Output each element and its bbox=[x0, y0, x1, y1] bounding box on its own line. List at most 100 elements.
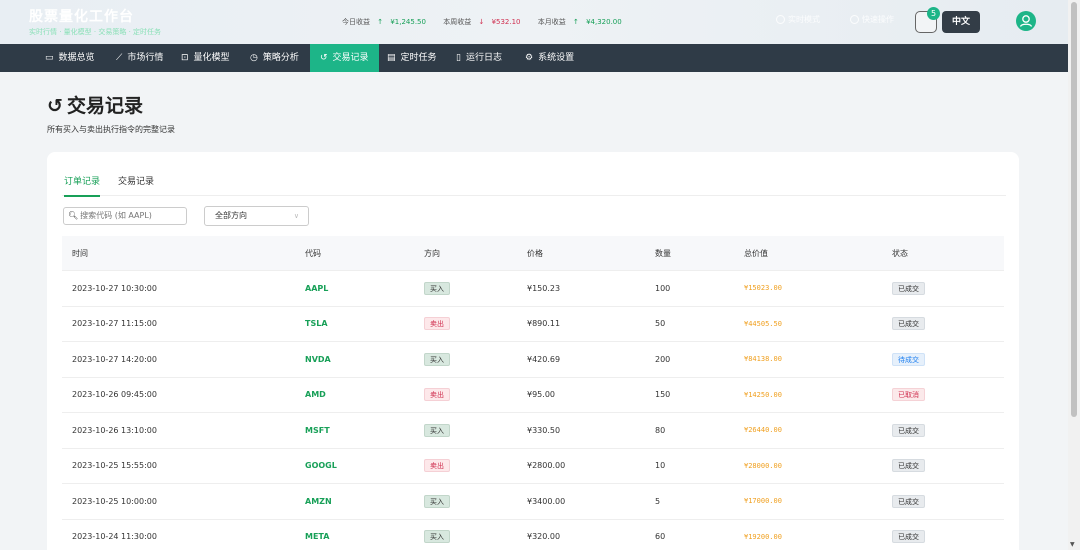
total-value: ¥26440.00 bbox=[744, 426, 782, 435]
column-header-quantity[interactable]: 数量 bbox=[655, 236, 671, 270]
status-badge: 已成交 bbox=[892, 317, 925, 331]
app-subtitle: 实时行情 · 量化模型 · 交易策略 · 定时任务 bbox=[29, 28, 162, 36]
column-header-total[interactable]: 总价值 bbox=[744, 236, 768, 270]
cell-time: 2023-10-27 11:15:00 bbox=[72, 319, 157, 329]
scrollbar-thumb[interactable] bbox=[1071, 2, 1077, 417]
cell-direction: 买入 bbox=[424, 413, 450, 448]
cell-direction: 买入 bbox=[424, 342, 450, 377]
language-button[interactable]: 中文 bbox=[942, 11, 980, 33]
cell-direction: 买入 bbox=[424, 484, 450, 519]
cell-time: 2023-10-26 09:45:00 bbox=[72, 390, 157, 400]
stock-code-link[interactable]: NVDA bbox=[305, 355, 331, 364]
stock-code-link[interactable]: TSLA bbox=[305, 319, 328, 328]
history-icon: ↺ bbox=[320, 53, 328, 63]
direction-tag: 买入 bbox=[424, 423, 450, 437]
direction-tag: 买入 bbox=[424, 530, 450, 544]
cell-time: 2023-10-27 14:20:00 bbox=[72, 354, 157, 364]
direction-tag: 卖出 bbox=[424, 388, 450, 402]
cell-status: 已成交 bbox=[892, 520, 925, 550]
nav-item-strategy[interactable]: ◷ 策略分析 bbox=[240, 44, 309, 72]
table-row[interactable]: 2023-10-25 10:00:00 AMZN 买入 ¥3400.00 5 ¥17000… bbox=[62, 484, 1004, 520]
column-header-price[interactable]: 价格 bbox=[527, 236, 543, 270]
direction-tag: 买入 bbox=[424, 494, 450, 508]
table-row[interactable]: 2023-10-27 10:30:00 AAPL 买入 ¥150.23 100 ¥1502… bbox=[62, 271, 1004, 307]
cell-price: ¥420.69 bbox=[527, 354, 561, 364]
cell-time: 2023-10-25 15:55:00 bbox=[72, 461, 157, 471]
cell-code[interactable]: AMD bbox=[305, 378, 326, 413]
cell-status: 已成交 bbox=[892, 307, 925, 342]
tab-trades[interactable]: 交易记录 bbox=[118, 174, 154, 196]
column-header-code[interactable]: 代码 bbox=[305, 236, 321, 270]
cell-price: ¥150.23 bbox=[527, 283, 561, 293]
stock-code-link[interactable]: AAPL bbox=[305, 284, 328, 293]
stock-code-link[interactable]: AMZN bbox=[305, 497, 332, 506]
cell-code[interactable]: AAPL bbox=[305, 271, 328, 306]
quick-action-button[interactable]: 快速操作 bbox=[850, 14, 894, 25]
calendar-icon: ▤ bbox=[387, 53, 396, 63]
total-value: ¥17000.00 bbox=[744, 497, 782, 506]
stock-code-link[interactable]: AMD bbox=[305, 390, 326, 399]
stock-code-link[interactable]: MSFT bbox=[305, 426, 330, 435]
cell-quantity: 80 bbox=[655, 425, 666, 435]
cell-code[interactable]: MSFT bbox=[305, 413, 330, 448]
cell-total: ¥19200.00 bbox=[744, 520, 782, 550]
cell-code[interactable]: TSLA bbox=[305, 307, 328, 342]
column-header-status[interactable]: 状态 bbox=[892, 236, 908, 270]
table-row[interactable]: 2023-10-26 09:45:00 AMD 卖出 ¥95.00 150 ¥14250.… bbox=[62, 378, 1004, 413]
record-tabs: 订单记录 交易记录 bbox=[62, 174, 1006, 197]
table-row[interactable]: 2023-10-27 11:15:00 TSLA 卖出 ¥890.11 50 ¥44505… bbox=[62, 307, 1004, 342]
nav-item-models[interactable]: ⊡ 量化模型 bbox=[171, 44, 240, 72]
table-row[interactable]: 2023-10-26 13:10:00 MSFT 买入 ¥330.50 80 ¥26440… bbox=[62, 413, 1004, 449]
cell-code[interactable]: META bbox=[305, 520, 329, 550]
nav-item-tasks[interactable]: ▤ 定时任务 bbox=[377, 44, 447, 72]
nav-item-settings[interactable]: ⚙ 系统设置 bbox=[515, 44, 584, 72]
tab-orders[interactable]: 订单记录 bbox=[64, 174, 101, 197]
total-value: ¥15023.00 bbox=[744, 284, 782, 293]
search-field[interactable]: 🔍︎ bbox=[63, 207, 187, 225]
table-row[interactable]: 2023-10-24 11:30:00 META 买入 ¥320.00 60 ¥19200… bbox=[62, 520, 1004, 550]
search-input[interactable] bbox=[80, 211, 173, 220]
cell-total: ¥44505.50 bbox=[744, 307, 782, 342]
avatar[interactable] bbox=[1016, 11, 1036, 31]
page-scrollbar[interactable]: ▼ bbox=[1068, 0, 1080, 550]
nav-item-overview[interactable]: ▭ 数据总览 bbox=[35, 44, 105, 72]
cell-quantity: 100 bbox=[655, 283, 671, 293]
top-header: 股票量化工作台 实时行情 · 量化模型 · 交易策略 · 定时任务 今日收益 ↑… bbox=[0, 0, 1068, 44]
table-row[interactable]: 2023-10-25 15:55:00 GOOGL 卖出 ¥2800.00 10 ¥280… bbox=[62, 449, 1004, 484]
direction-select-value: 全部方向 bbox=[215, 211, 247, 220]
nav-item-market[interactable]: ⟋ 市场行情 bbox=[106, 44, 173, 72]
direction-tag: 买入 bbox=[424, 281, 450, 295]
cell-direction: 卖出 bbox=[424, 449, 450, 484]
earnings-summary: 今日收益 ↑ ¥1,245.50 本周收益 ↓ ¥532.10 本月收益 ↑ ¥… bbox=[342, 17, 637, 27]
cell-code[interactable]: GOOGL bbox=[305, 449, 337, 484]
clock-icon: ◷ bbox=[250, 53, 258, 63]
realtime-mode-button[interactable]: 实时模式 bbox=[776, 14, 820, 25]
column-header-direction[interactable]: 方向 bbox=[424, 236, 440, 270]
app-title: 股票量化工作台 bbox=[29, 9, 134, 25]
total-value: ¥44505.50 bbox=[744, 319, 782, 328]
status-badge: 已成交 bbox=[892, 530, 925, 544]
cell-code[interactable]: AMZN bbox=[305, 484, 332, 519]
direction-tag: 买入 bbox=[424, 352, 450, 366]
cell-quantity: 200 bbox=[655, 354, 671, 364]
nav-item-logs[interactable]: ▯ 运行日志 bbox=[446, 44, 512, 72]
total-value: ¥19200.00 bbox=[744, 532, 782, 541]
table-header: 时间 代码 方向 价格 数量 总价值 状态 bbox=[62, 236, 1004, 271]
cell-code[interactable]: NVDA bbox=[305, 342, 331, 377]
scroll-down-icon[interactable]: ▼ bbox=[1070, 541, 1075, 548]
file-icon: ▯ bbox=[456, 53, 461, 63]
cell-total: ¥28000.00 bbox=[744, 449, 782, 484]
cell-total: ¥17000.00 bbox=[744, 484, 782, 519]
status-badge: 已成交 bbox=[892, 459, 925, 473]
stock-code-link[interactable]: META bbox=[305, 532, 329, 541]
nav-item-trades[interactable]: ↺ 交易记录 bbox=[310, 44, 379, 72]
cell-direction: 买入 bbox=[424, 271, 450, 306]
column-header-time[interactable]: 时间 bbox=[72, 236, 88, 270]
stock-code-link[interactable]: GOOGL bbox=[305, 461, 337, 470]
direction-select[interactable]: 全部方向 ∨ bbox=[204, 206, 309, 226]
table-row[interactable]: 2023-10-27 14:20:00 NVDA 买入 ¥420.69 200 ¥8413… bbox=[62, 342, 1004, 378]
cell-total: ¥15023.00 bbox=[744, 271, 782, 306]
cell-status: 已成交 bbox=[892, 271, 925, 306]
history-icon: ↺ bbox=[47, 95, 63, 117]
cell-price: ¥320.00 bbox=[527, 532, 561, 542]
